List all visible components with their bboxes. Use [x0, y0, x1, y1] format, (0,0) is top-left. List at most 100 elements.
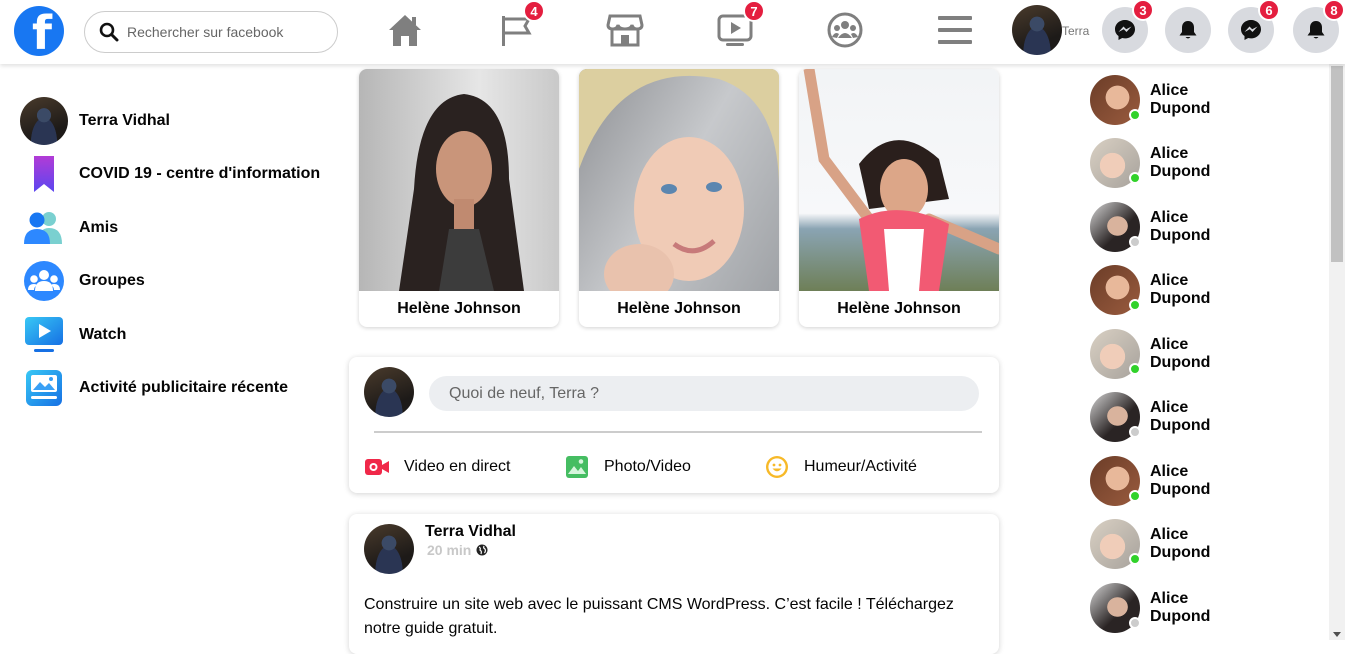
contact-item[interactable]: Alice Dupond: [1090, 132, 1320, 196]
profile-avatar: [20, 96, 68, 145]
contact-avatar: [1090, 455, 1141, 506]
ads-activity-icon: [20, 364, 68, 412]
contact-avatar: [1090, 582, 1141, 633]
contact-first-name: Alice: [1150, 462, 1189, 480]
friends-icon: [20, 204, 68, 252]
online-status-dot: [1129, 553, 1141, 566]
story-name: Helène Johnson: [397, 300, 521, 317]
contact-item[interactable]: Alice Dupond: [1090, 576, 1320, 640]
globe-icon: [476, 544, 488, 556]
feed-post: Terra Vidhal 20 min Construire un site w…: [349, 514, 999, 654]
user-avatar[interactable]: [1012, 5, 1062, 55]
messenger-icon: [1241, 20, 1261, 40]
messenger-button[interactable]: 3: [1102, 0, 1154, 53]
search-input[interactable]: [127, 24, 327, 40]
contact-last-name: Dupond: [1150, 607, 1211, 625]
nav-home[interactable]: [381, 8, 429, 52]
nav-watch[interactable]: 7: [711, 0, 765, 52]
status-input[interactable]: [429, 376, 979, 411]
live-video-button[interactable]: Video en direct: [364, 454, 510, 480]
story-name: Helène Johnson: [837, 300, 961, 317]
story-photo: [359, 69, 559, 291]
story-card[interactable]: Helène Johnson: [359, 69, 559, 327]
user-name[interactable]: Terra: [1062, 24, 1089, 38]
sidebar-item-watch[interactable]: Watch: [20, 308, 340, 362]
contact-first-name: Alice: [1150, 81, 1189, 99]
online-status-dot: [1129, 362, 1141, 375]
photo-video-button[interactable]: Photo/Video: [564, 454, 691, 480]
photo-video-label: Photo/Video: [604, 458, 691, 475]
contact-last-name: Dupond: [1150, 99, 1211, 117]
sidebar-item-label: Groupes: [79, 272, 145, 290]
notifications-button[interactable]: [1165, 7, 1211, 53]
contact-item[interactable]: Alice Dupond: [1090, 68, 1320, 132]
contact-item[interactable]: Alice Dupond: [1090, 513, 1320, 577]
notifications-button-2[interactable]: 8: [1293, 0, 1345, 53]
contact-name: Alice Dupond: [1150, 272, 1220, 308]
contact-avatar: [1090, 392, 1141, 443]
post-author-avatar[interactable]: [364, 524, 414, 574]
contact-item[interactable]: Alice Dupond: [1090, 449, 1320, 513]
left-sidebar: Terra Vidhal COVID 19 - centre d'informa…: [20, 94, 340, 415]
post-timestamp[interactable]: 20 min: [427, 542, 488, 558]
contact-name: Alice Dupond: [1150, 145, 1220, 181]
marketplace-icon: [606, 14, 644, 47]
contact-last-name: Dupond: [1150, 417, 1211, 435]
search-icon: [99, 22, 119, 42]
watch-icon: [20, 311, 68, 359]
contact-last-name: Dupond: [1150, 544, 1211, 562]
scroll-down-arrow-icon[interactable]: [1333, 632, 1341, 637]
contact-avatar: [1090, 74, 1141, 125]
messenger-button-2[interactable]: 6: [1228, 0, 1280, 53]
contact-avatar: [1090, 328, 1141, 379]
bell-icon: [1307, 21, 1325, 39]
story-card[interactable]: Helène Johnson: [579, 69, 779, 327]
online-status-dot: [1129, 299, 1141, 312]
notifications-badge: 8: [1323, 0, 1345, 21]
sidebar-item-label: COVID 19 - centre d'information: [79, 165, 321, 183]
post-text: Construire un site web avec le puissant …: [364, 596, 954, 637]
sidebar-item-friends[interactable]: Amis: [20, 201, 340, 255]
contact-name: Alice Dupond: [1150, 399, 1220, 435]
groups-nav-icon: [827, 12, 863, 48]
scrollbar-thumb[interactable]: [1331, 66, 1343, 262]
feeling-activity-button[interactable]: Humeur/Activité: [764, 454, 917, 480]
live-video-icon: [364, 454, 390, 480]
story-card[interactable]: Helène Johnson: [799, 69, 999, 327]
sidebar-item-ads-activity[interactable]: Activité publicitaire récente: [20, 362, 340, 416]
contact-last-name: Dupond: [1150, 290, 1211, 308]
sidebar-item-covid[interactable]: COVID 19 - centre d'information: [20, 148, 340, 202]
search-box[interactable]: [84, 11, 338, 53]
sidebar-item-label: Activité publicitaire récente: [79, 379, 288, 397]
messenger-icon: [1115, 20, 1135, 40]
story-photo: [579, 69, 779, 291]
sidebar-item-profile[interactable]: Terra Vidhal: [20, 94, 340, 148]
nav-pages[interactable]: 4: [491, 0, 545, 52]
composer-avatar: [364, 367, 414, 417]
hamburger-menu-icon: [938, 16, 972, 44]
contact-item[interactable]: Alice Dupond: [1090, 386, 1320, 450]
page-scrollbar[interactable]: [1329, 64, 1345, 640]
sidebar-item-groups[interactable]: Groupes: [20, 255, 340, 309]
online-status-dot: [1129, 489, 1141, 502]
contact-first-name: Alice: [1150, 208, 1189, 226]
contact-item[interactable]: Alice Dupond: [1090, 259, 1320, 323]
home-icon: [389, 15, 421, 46]
post-composer: Video en direct Photo/Video Humeur/Activ…: [349, 357, 999, 493]
post-author-name[interactable]: Terra Vidhal: [425, 523, 516, 541]
watch-badge: 7: [743, 0, 765, 22]
feeling-icon: [764, 454, 790, 480]
online-status-dot: [1129, 172, 1141, 185]
contact-name: Alice Dupond: [1150, 209, 1220, 245]
live-video-label: Video en direct: [404, 458, 511, 475]
contact-item[interactable]: Alice Dupond: [1090, 322, 1320, 386]
contact-item[interactable]: Alice Dupond: [1090, 195, 1320, 259]
nav-groups[interactable]: [821, 8, 869, 52]
facebook-logo[interactable]: f: [14, 6, 64, 56]
contact-avatar: [1090, 519, 1141, 570]
nav-menu[interactable]: [931, 8, 979, 52]
messenger-badge: 3: [1132, 0, 1154, 21]
nav-marketplace[interactable]: [601, 8, 649, 52]
groups-icon: [20, 257, 68, 305]
feeling-activity-label: Humeur/Activité: [804, 458, 917, 475]
